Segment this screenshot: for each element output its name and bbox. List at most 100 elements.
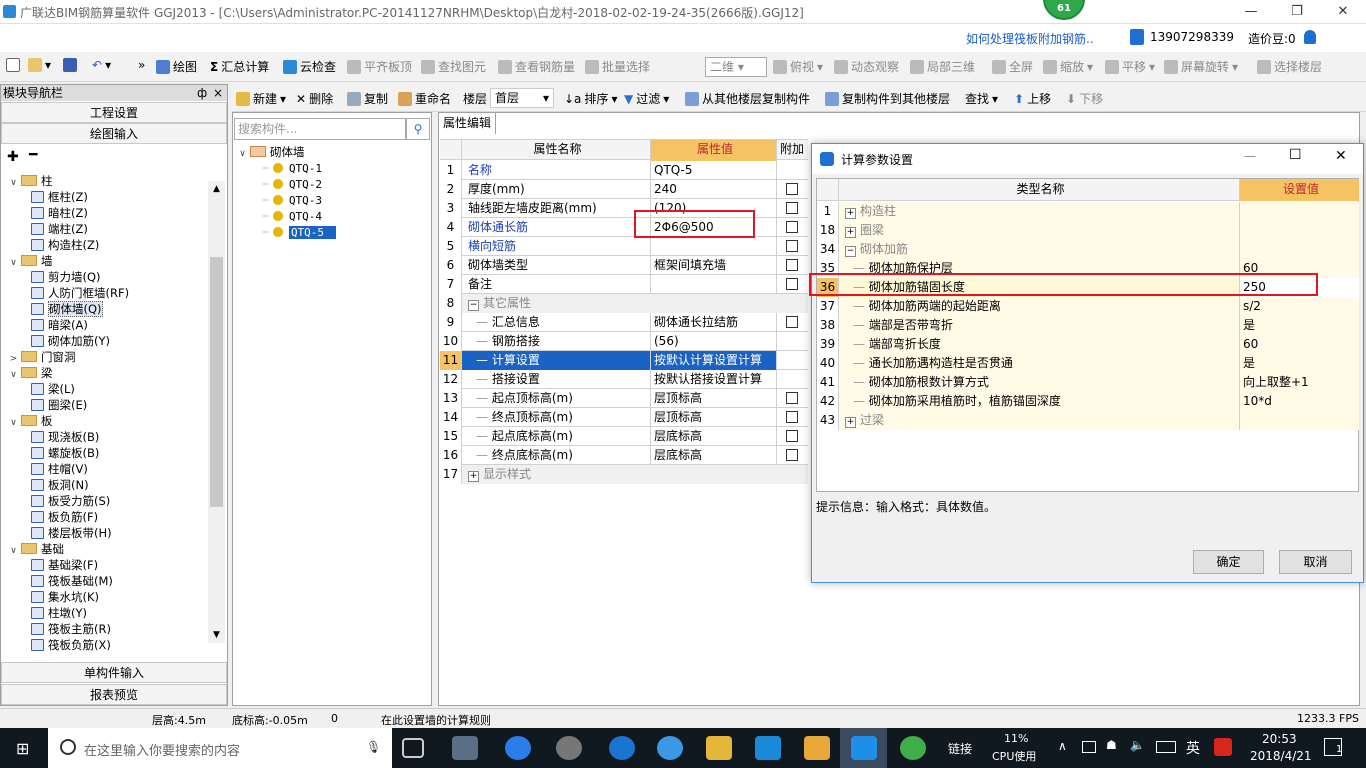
taskbar-search-box[interactable]: 在这里输入你要搜索的内容 🎙 (48, 728, 392, 768)
property-value-cell[interactable]: 240 (651, 180, 777, 199)
nav-tree-item[interactable]: 暗梁(A) (31, 317, 88, 333)
dialog-row[interactable]: 38— 端部是否带弯折是 (817, 316, 1359, 335)
component-item[interactable]: ┈ QTQ-1 (262, 160, 322, 176)
ime-indicator[interactable]: 英 (1186, 738, 1200, 758)
nav-tree-item[interactable]: 剪力墙(Q) (31, 269, 101, 285)
microphone-icon[interactable]: 🎙 (366, 740, 381, 754)
fullscreen-button[interactable]: 全屏 (992, 58, 1033, 75)
top-view-button[interactable]: 俯视 ▾ (773, 58, 823, 75)
green-app-icon[interactable] (900, 736, 926, 760)
batch-select-button[interactable]: 批量选择 (585, 58, 650, 75)
sort-button[interactable]: ↓a 排序 ▾ (564, 90, 617, 107)
extra-checkbox[interactable] (786, 278, 798, 290)
dialog-minimize-button[interactable]: — (1244, 149, 1256, 163)
property-row[interactable]: 6 砌体墙类型 框架间填充墙 (440, 256, 808, 275)
drawing-input-button[interactable]: 绘图输入 (1, 123, 227, 144)
property-value-cell[interactable]: 按默认计算设置计算 (651, 351, 777, 370)
glodon-g-icon[interactable] (755, 736, 781, 760)
nav-tree-item[interactable]: 砌体墙(Q) (31, 301, 103, 317)
nav-tree-item[interactable]: ∨ 梁 (9, 365, 52, 381)
nav-tree-item[interactable]: ∨ 基础 (9, 541, 64, 557)
save-icon[interactable] (63, 58, 77, 72)
nav-tree-item[interactable]: 板受力筋(S) (31, 493, 110, 509)
project-settings-button[interactable]: 工程设置 (1, 102, 227, 123)
property-value-cell[interactable]: (56) (651, 332, 777, 351)
property-value-cell[interactable]: 层底标高 (651, 427, 777, 446)
dialog-close-button[interactable]: ✕ (1335, 148, 1347, 164)
property-row[interactable]: 13— 起点顶标高(m) 层顶标高 (440, 389, 808, 408)
property-value-cell[interactable]: QTQ-5 (651, 161, 777, 180)
dialog-value-cell[interactable]: s/2 (1240, 297, 1359, 316)
dialog-row[interactable]: 1 + 构造柱 (817, 202, 1359, 221)
task-view-icon[interactable] (402, 738, 424, 758)
edge-icon[interactable] (609, 736, 635, 760)
move-up-button[interactable]: ⬆ 上移 (1014, 90, 1051, 107)
property-row[interactable]: 1 名称 QTQ-5 (440, 161, 808, 180)
extra-checkbox[interactable] (786, 449, 798, 461)
move-down-button[interactable]: ⬇ 下移 (1066, 90, 1103, 107)
nav-tree-item[interactable]: 螺旋板(B) (31, 445, 99, 461)
dialog-value-cell[interactable]: 是 (1240, 316, 1359, 335)
group-expander-icon[interactable]: + (845, 417, 856, 428)
copy-from-floor-button[interactable]: 从其他楼层复制构件 (685, 90, 810, 107)
property-row[interactable]: 9— 汇总信息 砌体通长拉结筋 (440, 313, 808, 332)
dialog-value-cell[interactable]: 10*d (1240, 392, 1359, 411)
dialog-value-cell[interactable] (1240, 411, 1359, 430)
property-value-cell[interactable]: 框架间填充墙 (651, 256, 777, 275)
nav-tree-item[interactable]: 构造柱(Z) (31, 237, 99, 253)
clock-date[interactable]: 2018/4/21 (1250, 749, 1312, 763)
extra-checkbox[interactable] (786, 259, 798, 271)
nav-tree-item[interactable]: 柱帽(V) (31, 461, 88, 477)
property-row[interactable]: 14— 终点顶标高(m) 层顶标高 (440, 408, 808, 427)
tab-property-edit[interactable]: 属性编辑 (438, 112, 496, 134)
ie-icon[interactable] (657, 736, 683, 760)
nav-tree-item[interactable]: 筏板主筋(R) (31, 621, 111, 637)
nav-scrollbar[interactable]: ▲ ▼ (208, 181, 225, 643)
dialog-row[interactable]: 41— 砌体加筋根数计算方式 向上取整+1 (817, 373, 1359, 392)
new-file-icon[interactable] (6, 58, 20, 72)
local-3d-button[interactable]: 局部三维 (910, 58, 975, 75)
nav-tree-item[interactable]: 梁(L) (31, 381, 75, 397)
restore-button[interactable]: ❐ (1274, 0, 1320, 24)
extra-checkbox[interactable] (786, 411, 798, 423)
dialog-row[interactable]: 43 + 过梁 (817, 411, 1359, 430)
property-row[interactable]: 2 厚度(mm) 240 (440, 180, 808, 199)
draw-button[interactable]: 绘图 (156, 58, 197, 75)
nav-tree-item[interactable]: 柱墩(Y) (31, 605, 87, 621)
cancel-button[interactable]: 取消 (1279, 550, 1352, 574)
dialog-value-cell[interactable]: 是 (1240, 354, 1359, 373)
nav-tree-item[interactable]: 集水坑(K) (31, 589, 99, 605)
component-item[interactable]: ┈ QTQ-3 (262, 192, 322, 208)
dialog-row[interactable]: 42— 砌体加筋采用植筋时，植筋锚固深度 10*d (817, 392, 1359, 411)
nav-tree-item[interactable]: 板洞(N) (31, 477, 89, 493)
dialog-value-cell[interactable]: 60 (1240, 335, 1359, 354)
zoom-button[interactable]: 缩放 ▾ (1043, 58, 1093, 75)
dialog-row[interactable]: 34− 砌体加筋 (817, 240, 1359, 259)
app-swirl-icon[interactable] (556, 736, 582, 760)
ie-browser-icon[interactable] (505, 736, 531, 760)
dynamic-view-button[interactable]: 动态观察 (834, 58, 899, 75)
active-app-slot[interactable] (840, 728, 887, 768)
property-value-cell[interactable]: 层顶标高 (651, 389, 777, 408)
nav-tree-item[interactable]: 圈梁(E) (31, 397, 87, 413)
nav-tree-item[interactable]: 板负筋(F) (31, 509, 98, 525)
notes-app-icon[interactable] (804, 736, 830, 760)
property-row[interactable]: 8− 其它属性 (440, 294, 808, 313)
dialog-value-cell[interactable] (1240, 221, 1359, 240)
find-element-button[interactable]: 查找图元 (421, 58, 486, 75)
dialog-value-cell[interactable] (1240, 202, 1359, 221)
more-chevron-icon[interactable]: » (138, 58, 145, 72)
nav-scroll-thumb[interactable] (210, 257, 223, 507)
nav-tree-item[interactable]: 人防门框墙(RF) (31, 285, 129, 301)
nav-tree-item[interactable]: 筏板负筋(X) (31, 637, 111, 653)
network-icon[interactable]: ☗ (1106, 738, 1117, 752)
copy-to-floor-button[interactable]: 复制构件到其他楼层 (825, 90, 950, 107)
group-expander-icon[interactable]: + (845, 208, 856, 219)
nav-tree-item[interactable]: 砌体加筋(Y) (31, 333, 110, 349)
extra-checkbox[interactable] (786, 430, 798, 442)
property-value-cell[interactable]: 砌体通长拉结筋 (651, 313, 777, 332)
scroll-up-icon[interactable]: ▲ (208, 181, 225, 197)
floor-select[interactable]: 首层 ▾ (490, 88, 554, 108)
nav-tree-item[interactable]: 筏板基础(M) (31, 573, 113, 589)
open-file-icon[interactable]: ▾ (28, 58, 51, 72)
